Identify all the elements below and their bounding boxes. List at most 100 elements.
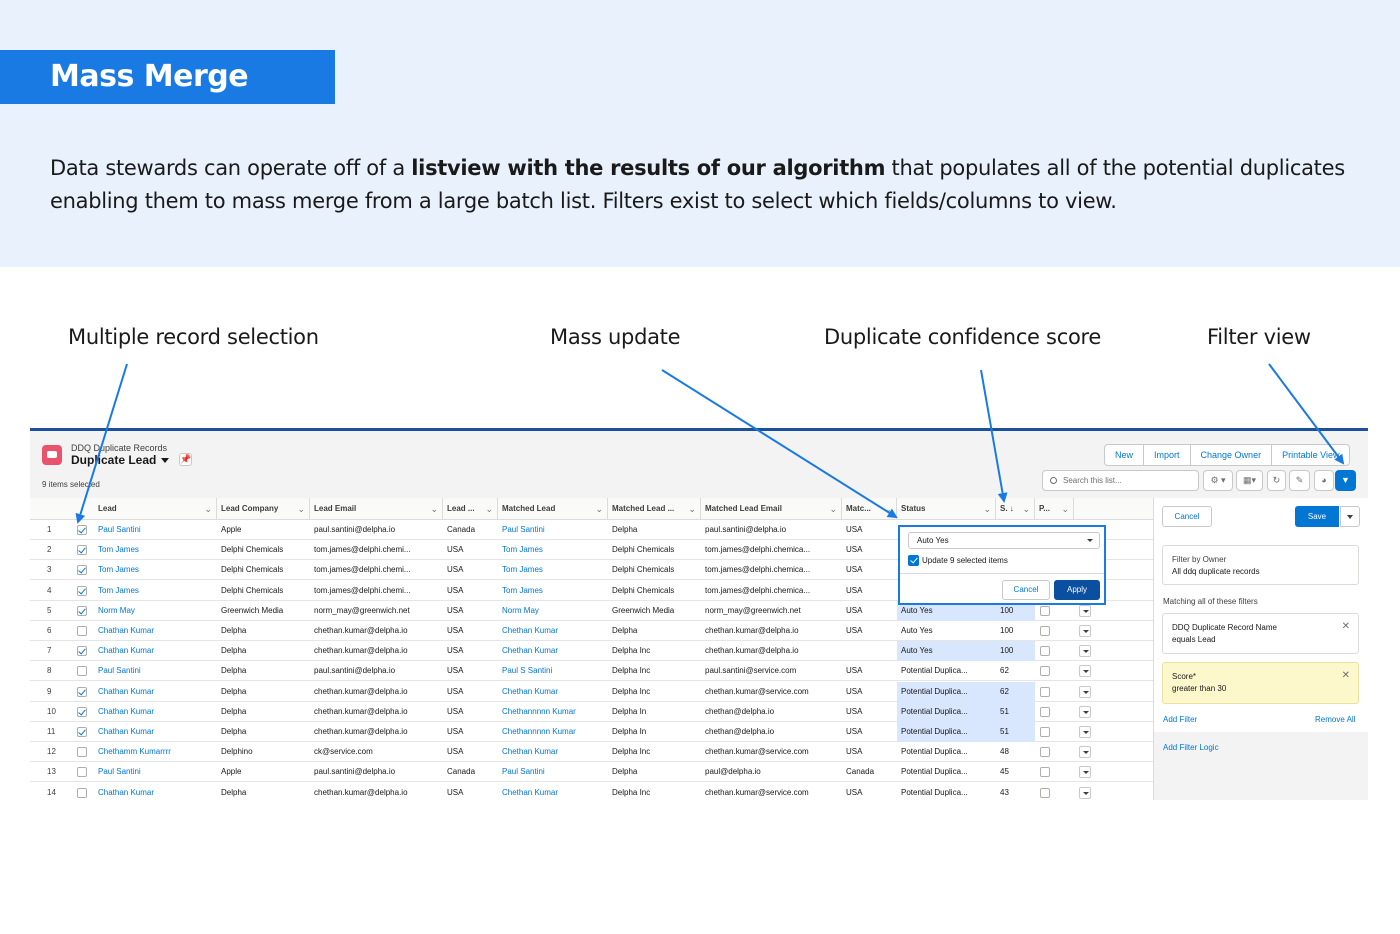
chevron-down-icon[interactable]: ⌄	[595, 498, 603, 520]
column-header-matched-country[interactable]: Matc... ⌄	[842, 498, 897, 520]
cell-lead[interactable]: Chathan Kumar	[94, 641, 217, 661]
cell-matched-lead[interactable]: Norm May	[498, 601, 608, 621]
cell-matched-lead[interactable]: Tom James	[498, 581, 608, 601]
row-select-checkbox[interactable]	[77, 666, 87, 677]
update-selected-checkbox[interactable]: Update 9 selected items	[908, 555, 1008, 566]
printable-view-button[interactable]: Printable View	[1272, 445, 1349, 465]
column-header-lead[interactable]: Lead ⌄	[94, 498, 217, 520]
row-actions-chevron-icon[interactable]	[1079, 786, 1091, 799]
cell-matched-lead[interactable]: Paul Santini	[498, 520, 608, 540]
row-actions-chevron-icon[interactable]	[1079, 625, 1091, 637]
row-actions-chevron-icon[interactable]	[1079, 604, 1091, 617]
row-select-checkbox[interactable]	[77, 545, 87, 556]
column-header-lead-company[interactable]: Lead Company ⌄	[217, 498, 310, 520]
filter-score[interactable]: Score* greater than 30 ✕	[1162, 662, 1359, 704]
row-actions-chevron-icon[interactable]	[1079, 645, 1091, 658]
row-actions-chevron-icon[interactable]	[1079, 746, 1091, 759]
row-select-checkbox[interactable]	[77, 727, 87, 737]
list-view-switcher[interactable]: Duplicate Lead	[71, 453, 170, 467]
filter-save-button[interactable]: Save	[1295, 506, 1339, 527]
row-flag-checkbox[interactable]	[1040, 605, 1050, 616]
popover-cancel-button[interactable]: Cancel	[1002, 580, 1050, 600]
row-actions-chevron-icon[interactable]	[1079, 665, 1091, 678]
table-row[interactable]: 7 Chathan Kumar Delpha chethan.kumar@delpha…	[30, 641, 1153, 662]
column-header-matched-lead-email[interactable]: Matched Lead Email ⌄	[701, 498, 842, 520]
table-view-icon[interactable]: ▦▾	[1236, 470, 1263, 491]
chevron-down-icon[interactable]: ⌄	[204, 498, 212, 520]
cell-lead[interactable]: Tom James	[94, 581, 217, 601]
settings-gear-icon[interactable]: ⚙ ▾	[1203, 470, 1233, 491]
remove-all-link[interactable]: Remove All	[1315, 715, 1355, 724]
cell-lead[interactable]: Chathan Kumar	[94, 682, 217, 702]
column-header-lead-country[interactable]: Lead ... ⌄	[443, 498, 498, 520]
table-row[interactable]: 13 Paul Santini Apple paul.santini@delpha.i…	[30, 762, 1153, 783]
table-row[interactable]: 14 Chathan Kumar Delpha chethan.kumar@delph…	[30, 783, 1153, 800]
cell-matched-lead[interactable]: Tom James	[498, 560, 608, 580]
row-flag-checkbox[interactable]	[1040, 686, 1050, 697]
cell-lead[interactable]: Paul Santini	[94, 661, 217, 681]
change-owner-button[interactable]: Change Owner	[1191, 445, 1273, 465]
cell-lead[interactable]: Tom James	[94, 540, 217, 560]
chevron-down-icon[interactable]: ⌄	[1022, 498, 1030, 520]
row-actions-chevron-icon[interactable]	[1079, 705, 1091, 718]
popover-apply-button[interactable]: Apply	[1054, 580, 1100, 600]
cell-matched-lead[interactable]: Chethannnnn Kumar	[498, 722, 608, 742]
row-select-checkbox[interactable]	[77, 767, 87, 778]
row-select-checkbox[interactable]	[77, 626, 87, 636]
table-row[interactable]: 8 Paul Santini Delpha paul.santini@delpha.i…	[30, 661, 1153, 682]
search-input[interactable]: Search this list...	[1042, 470, 1199, 491]
cell-lead[interactable]: Tom James	[94, 560, 217, 580]
row-flag-checkbox[interactable]	[1040, 626, 1050, 636]
cell-lead[interactable]: Chathan Kumar	[94, 621, 217, 641]
chevron-down-icon[interactable]: ⌄	[430, 498, 438, 520]
row-actions-chevron-icon[interactable]	[1079, 766, 1091, 779]
row-flag-checkbox[interactable]	[1040, 706, 1050, 717]
filter-icon[interactable]: ▼	[1335, 470, 1356, 491]
chart-icon[interactable]: ◕	[1314, 470, 1334, 491]
row-select-checkbox[interactable]	[77, 605, 87, 616]
table-row[interactable]: 11 Chathan Kumar Delpha chethan.kumar@delph…	[30, 722, 1153, 742]
row-select-checkbox[interactable]	[77, 787, 87, 798]
row-flag-checkbox[interactable]	[1040, 727, 1050, 737]
row-actions-chevron-icon[interactable]	[1079, 726, 1091, 738]
row-flag-checkbox[interactable]	[1040, 747, 1050, 758]
column-header-lead-email[interactable]: Lead Email ⌄	[310, 498, 443, 520]
table-row[interactable]: 6 Chathan Kumar Delpha chethan.kumar@delpha…	[30, 621, 1153, 641]
cell-matched-lead[interactable]: Chethan Kumar	[498, 641, 608, 661]
table-row[interactable]: 12 Chethamm Kumarrrr Delphino ck@service.co…	[30, 742, 1153, 763]
row-actions-chevron-icon[interactable]	[1079, 685, 1091, 698]
column-header-matched-lead-company[interactable]: Matched Lead ... ⌄	[608, 498, 701, 520]
chevron-down-icon[interactable]: ⌄	[983, 498, 991, 520]
chevron-down-icon[interactable]: ⌄	[297, 498, 305, 520]
cell-lead[interactable]: Chathan Kumar	[94, 783, 217, 800]
cell-matched-lead[interactable]: Paul Santini	[498, 762, 608, 782]
cell-matched-lead[interactable]: Chethan Kumar	[498, 783, 608, 800]
status-select[interactable]: Auto Yes	[908, 532, 1100, 549]
cell-matched-lead[interactable]: Chethannnnn Kumar	[498, 702, 608, 722]
refresh-icon[interactable]: ↻	[1267, 470, 1286, 491]
row-flag-checkbox[interactable]	[1040, 767, 1050, 778]
cell-lead[interactable]: Paul Santini	[94, 762, 217, 782]
row-flag-checkbox[interactable]	[1040, 787, 1050, 798]
column-header-matched-lead[interactable]: Matched Lead ⌄	[498, 498, 608, 520]
table-row[interactable]: 10 Chathan Kumar Delpha chethan.kumar@delph…	[30, 701, 1153, 722]
close-icon[interactable]: ✕	[1342, 621, 1350, 633]
chevron-down-icon[interactable]: ⌄	[688, 498, 696, 520]
column-header-score[interactable]: S. ↓ ⌄	[996, 498, 1035, 520]
cell-matched-lead[interactable]: Tom James	[498, 540, 608, 560]
cell-matched-lead[interactable]: Chethan Kumar	[498, 621, 608, 641]
table-row[interactable]: 9 Chathan Kumar Delpha chethan.kumar@delpha…	[30, 681, 1153, 702]
filter-record-name[interactable]: DDQ Duplicate Record Name equals Lead ✕	[1162, 613, 1359, 654]
row-select-checkbox[interactable]	[77, 565, 87, 576]
cell-matched-lead[interactable]: Paul S Santini	[498, 661, 608, 681]
chevron-down-icon[interactable]: ⌄	[485, 498, 493, 520]
column-header-p[interactable]: P... ⌄	[1035, 498, 1074, 520]
close-icon[interactable]: ✕	[1342, 670, 1350, 682]
cell-lead[interactable]: Chathan Kumar	[94, 722, 217, 742]
cell-matched-lead[interactable]: Chethan Kumar	[498, 742, 608, 762]
edit-pencil-icon[interactable]: ✎	[1289, 470, 1310, 491]
row-select-checkbox[interactable]	[77, 747, 87, 758]
add-filter-link[interactable]: Add Filter	[1163, 715, 1197, 724]
cell-lead[interactable]: Paul Santini	[94, 520, 217, 540]
cell-matched-lead[interactable]: Chethan Kumar	[498, 682, 608, 702]
